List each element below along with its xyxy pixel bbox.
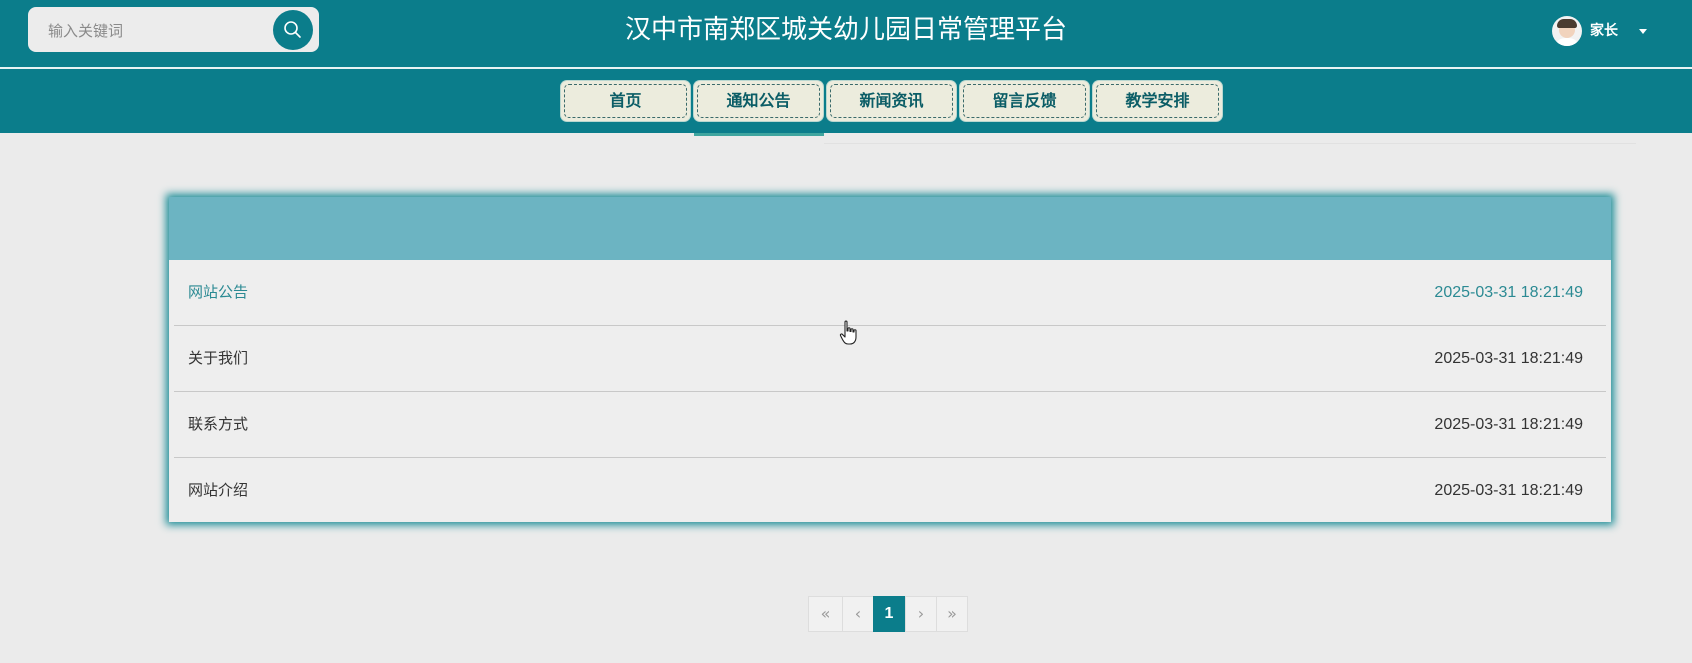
nav-item-teaching[interactable]: 教学安排 [1093, 81, 1222, 121]
avatar [1552, 16, 1582, 46]
nav-item-label: 教学安排 [1125, 91, 1190, 110]
nav-item-label: 留言反馈 [992, 91, 1057, 110]
notice-row[interactable]: 联系方式 2025-03-31 18:21:49 [174, 392, 1606, 458]
nav-item-label: 新闻资讯 [859, 91, 924, 110]
hand-cursor-icon [839, 320, 857, 345]
notice-row[interactable]: 网站介绍 2025-03-31 18:21:49 [174, 458, 1606, 523]
search-input[interactable] [46, 13, 280, 48]
notice-title: 网站公告 [188, 283, 249, 301]
nav-item-notices[interactable]: 通知公告 [694, 81, 823, 121]
notice-row[interactable]: 关于我们 2025-03-31 18:21:49 [174, 326, 1606, 392]
search-icon [284, 21, 301, 38]
chevron-down-icon [1639, 29, 1647, 34]
nav-item-feedback[interactable]: 留言反馈 [960, 81, 1089, 121]
nav-item-news[interactable]: 新闻资讯 [827, 81, 956, 121]
user-menu[interactable]: 家长 [1552, 14, 1672, 46]
nav-divider [824, 143, 1636, 144]
notice-title: 联系方式 [188, 415, 249, 433]
notice-time: 2025-03-31 18:21:49 [1434, 350, 1583, 367]
header-divider [0, 67, 1692, 69]
nav-item-home[interactable]: 首页 [561, 81, 690, 121]
next-page-button[interactable]: › [905, 596, 937, 632]
site-title: 汉中市南郑区城关幼儿园日常管理平台 [624, 15, 1067, 45]
last-page-button[interactable]: » [936, 596, 968, 632]
page-button-current[interactable]: 1 [873, 596, 905, 632]
nav-active-indicator [694, 133, 824, 136]
notice-list-panel: 网站公告 2025-03-31 18:21:49 关于我们 2025-03-31… [169, 197, 1611, 522]
top-header: 汉中市南郑区城关幼儿园日常管理平台 家长 首页 通知公告 新闻资讯 留言反馈 [0, 0, 1692, 133]
notice-time: 2025-03-31 18:21:49 [1434, 284, 1583, 301]
notice-title: 关于我们 [188, 349, 249, 367]
notice-time: 2025-03-31 18:21:49 [1434, 482, 1583, 499]
user-name: 家长 [1590, 23, 1618, 39]
notice-time: 2025-03-31 18:21:49 [1434, 416, 1583, 433]
nav-item-label: 通知公告 [726, 91, 791, 110]
notice-title: 网站介绍 [188, 481, 249, 499]
panel-header [169, 197, 1611, 260]
prev-page-button[interactable]: ‹ [842, 596, 874, 632]
first-page-button[interactable]: « [808, 596, 843, 632]
notice-row[interactable]: 网站公告 2025-03-31 18:21:49 [174, 260, 1606, 326]
nav-item-label: 首页 [609, 91, 642, 110]
search-button[interactable] [273, 10, 313, 50]
